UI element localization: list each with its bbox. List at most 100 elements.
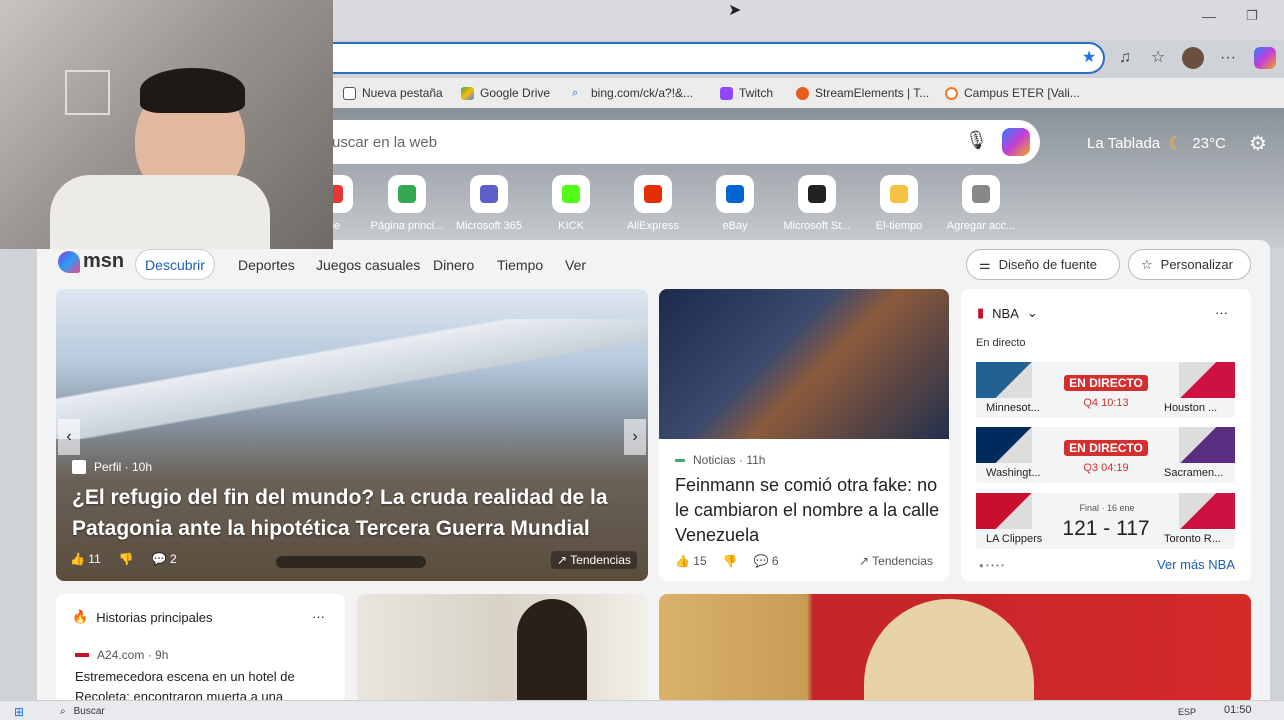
nba-pager-dots[interactable]: ● • • • •	[979, 561, 1004, 570]
fav-google-drive[interactable]: Google Drive	[461, 84, 550, 102]
tab-deportes[interactable]: Deportes	[238, 257, 295, 273]
flame-icon: 🔥	[72, 609, 89, 624]
away-team-logo-icon	[1179, 427, 1235, 463]
second-story-source: Noticias · 11h	[675, 453, 765, 467]
quick-link-label: Página princi...	[370, 220, 444, 232]
tab-dinero[interactable]: Dinero	[433, 257, 474, 273]
tv-story-image[interactable]	[659, 594, 1251, 704]
second-story-card[interactable]: Noticias · 11h Feinmann se comió otra fa…	[659, 289, 949, 581]
game-clock: Q3 04:19	[1083, 462, 1129, 474]
address-bar[interactable]	[330, 42, 1105, 74]
el-tiempo-icon	[880, 175, 918, 213]
quick-link-label: El-tiempo	[875, 220, 923, 232]
top-story-headline[interactable]: Estremecedora escena en un hotel de Reco…	[75, 667, 330, 704]
trend-badge: ↗ Tendencias	[859, 554, 933, 568]
quick-link-tile[interactable]: AliExpress	[612, 175, 694, 232]
like-button[interactable]: 👍 15	[675, 554, 707, 568]
personalize-button[interactable]: ☆ Personalizar	[1128, 249, 1251, 280]
carousel-prev-button[interactable]: ‹	[58, 419, 80, 455]
tab-tiempo[interactable]: Tiempo	[497, 257, 543, 273]
quick-link-tile[interactable]: eBay	[694, 175, 776, 232]
home-team-name: Minnesot...	[986, 402, 1040, 414]
weather-widget[interactable]: La Tablada ☾ 23°C	[1087, 133, 1226, 154]
carousel-dots[interactable]	[276, 556, 426, 568]
favorites-icon[interactable]: ☆	[1148, 48, 1168, 68]
trend-badge: ↗ Tendencias	[551, 551, 637, 569]
dislike-button[interactable]: 👎	[119, 552, 134, 566]
webcam-overlay	[0, 0, 333, 249]
copilot-search-icon[interactable]	[1002, 128, 1030, 156]
maximize-button[interactable]: ❐	[1246, 8, 1258, 24]
blonde-woman-photo	[864, 599, 1034, 704]
main-story-card[interactable]: Perfil · 10h ¿El refugio del fin del mun…	[56, 289, 648, 581]
tab-ver[interactable]: Ver	[565, 257, 586, 273]
msn-logo[interactable]: msn	[58, 250, 124, 273]
person-shirt	[50, 175, 270, 249]
away-team-name: Sacramen...	[1164, 467, 1224, 479]
nba-live-label: En directo	[976, 337, 1026, 349]
tab-juegos-casuales[interactable]: Juegos casuales	[316, 257, 420, 273]
nba-league-selector[interactable]: ▮ NBA ⌄	[977, 305, 1038, 321]
home-team-logo-icon	[976, 427, 1032, 463]
font-design-button[interactable]: ⚌ Diseño de fuente	[966, 249, 1120, 280]
quick-link-tile[interactable]: Agregar acc...	[940, 175, 1022, 232]
fav-bing[interactable]: ⌕ bing.com/ck/a?!&...	[572, 84, 693, 102]
home-team-name: LA Clippers	[986, 533, 1043, 545]
quick-link-tile[interactable]: Página princi...	[366, 175, 448, 232]
taskbar-language[interactable]: ESP	[1178, 707, 1196, 717]
see-more-nba-link[interactable]: Ver más NBA	[1157, 557, 1235, 572]
person-hair	[140, 68, 245, 113]
favorite-star-icon[interactable]: ★	[1079, 48, 1099, 68]
quick-link-label: eBay	[722, 220, 748, 232]
noticias-logo-icon	[675, 458, 685, 462]
nba-game-row[interactable]: LA Clippers Final · 16 ene 121 - 117 Toront…	[976, 493, 1235, 549]
top-stories-more-icon[interactable]: ···	[312, 609, 325, 624]
top-story-source: A24.com · 9h	[75, 648, 168, 662]
sliders-icon: ⚌	[979, 256, 991, 272]
windows-start-icon[interactable]: ⊞	[14, 705, 24, 719]
tab-descubrir[interactable]: Descubrir	[135, 249, 215, 280]
nba-game-row[interactable]: Minnesot... EN DIRECTO Q4 10:13 Houston ...	[976, 362, 1235, 418]
more-options-icon[interactable]: ···	[1218, 48, 1238, 68]
new-tab-icon	[343, 86, 356, 100]
second-story-title[interactable]: Feinmann se comió otra fake: no le cambi…	[675, 473, 940, 548]
main-story-source: Perfil · 10h	[72, 460, 152, 474]
live-badge: EN DIRECTO	[1064, 440, 1148, 456]
twitch-icon	[720, 86, 733, 100]
quick-link-label: Agregar acc...	[946, 220, 1016, 232]
nba-more-icon[interactable]: ···	[1215, 305, 1228, 320]
dislike-button[interactable]: 👎	[723, 554, 738, 568]
comment-button[interactable]: 💬 2	[152, 552, 177, 566]
quick-link-tile[interactable]: Microsoft 365	[448, 175, 530, 232]
fav-twitch[interactable]: Twitch	[720, 84, 773, 102]
cv-story-image[interactable]	[357, 594, 648, 704]
quick-link-label: AliExpress	[627, 220, 679, 232]
copilot-icon[interactable]	[1254, 47, 1276, 69]
taskbar-clock[interactable]: 01:50	[1224, 704, 1252, 716]
fav-streamelements[interactable]: StreamElements | T...	[796, 84, 929, 102]
carousel-next-button[interactable]: ›	[624, 419, 646, 455]
nba-game-row[interactable]: Washingt... EN DIRECTO Q3 04:19 Sacramen...	[976, 427, 1235, 483]
quick-link-tile[interactable]: Microsoft St...	[776, 175, 858, 232]
main-story-title[interactable]: ¿El refugio del fin del mundo? La cruda …	[72, 482, 637, 544]
read-aloud-icon[interactable]: ♫	[1115, 48, 1135, 68]
like-button[interactable]: 👍 11	[70, 552, 101, 566]
plus-icon	[962, 175, 1000, 213]
comment-button[interactable]: 💬 6	[754, 554, 779, 568]
home-team-logo-icon	[976, 362, 1032, 398]
ebay-icon	[716, 175, 754, 213]
game-score: 121 - 117	[1062, 517, 1150, 540]
microphone-icon[interactable]: 🎙	[965, 130, 988, 151]
fav-campus-eter[interactable]: Campus ETER [Vali...	[945, 84, 1080, 102]
quick-link-tile[interactable]: KICK	[530, 175, 612, 232]
quick-link-tile[interactable]: El-tiempo	[858, 175, 940, 232]
fav-nueva-pestana[interactable]: Nueva pestaña	[343, 84, 443, 102]
minimize-button[interactable]: —	[1202, 8, 1216, 24]
settings-gear-icon[interactable]: ⚙	[1249, 131, 1267, 156]
profile-avatar[interactable]	[1182, 47, 1204, 69]
mountain-image	[56, 319, 648, 439]
taskbar-search[interactable]: ⌕ Buscar	[60, 706, 105, 717]
weather-temp: 23°C	[1192, 135, 1226, 152]
mouse-cursor-icon: ➤	[728, 2, 742, 19]
microsoft-store-icon	[798, 175, 836, 213]
